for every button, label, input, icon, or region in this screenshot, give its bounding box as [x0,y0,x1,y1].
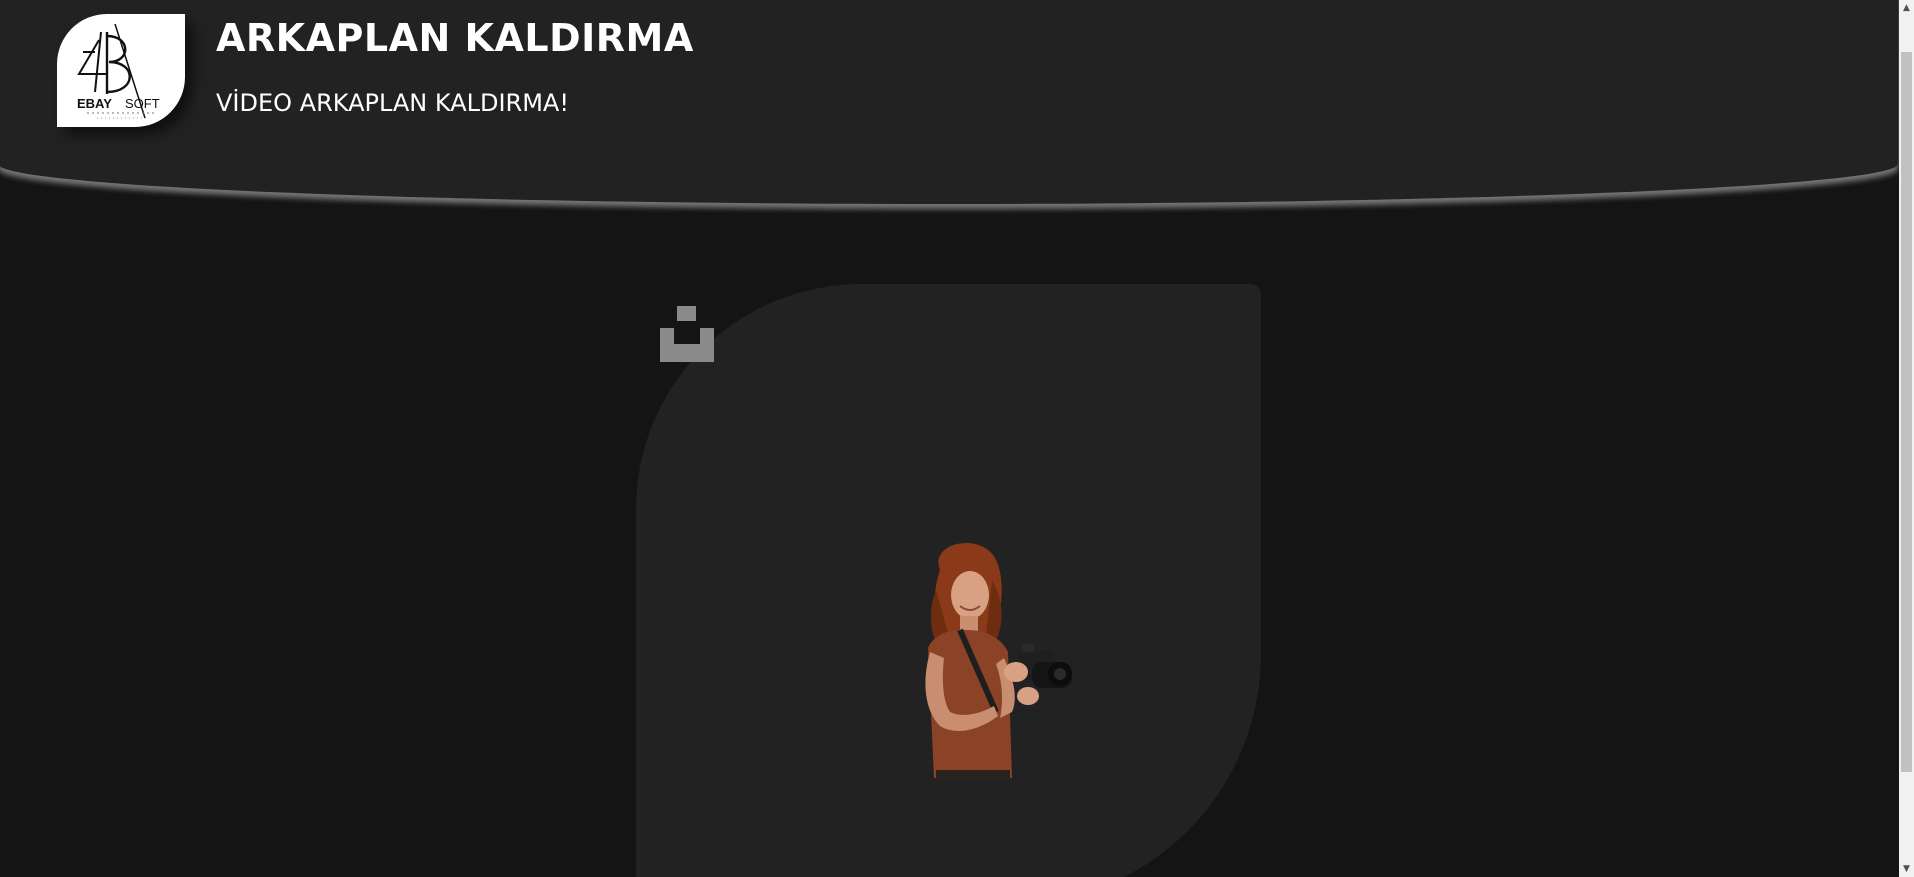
upload-icon[interactable] [660,306,714,362]
logo-text: EBAY [77,96,112,111]
scroll-down-arrow-icon[interactable]: ▼ [1899,861,1914,877]
svg-text:SOFT: SOFT [125,96,160,111]
scroll-up-arrow-icon[interactable]: ▲ [1899,0,1914,16]
site-header: EBAY SOFT ARKAPLAN KALDIRMA VİDEO ARKAPL… [0,0,1898,204]
page: EBAY SOFT ARKAPLAN KALDIRMA VİDEO ARKAPL… [0,0,1914,877]
logo[interactable]: EBAY SOFT [57,14,185,127]
ebaysoft-logo-icon: EBAY SOFT [77,23,160,119]
vertical-scrollbar[interactable]: ▲ ▼ [1899,0,1914,877]
page-title: ARKAPLAN KALDIRMA [216,16,694,60]
page-subtitle: VİDEO ARKAPLAN KALDIRMA! [216,89,569,117]
woman-with-camera-cutout-image [900,540,1085,780]
scroll-thumb[interactable] [1901,52,1912,772]
